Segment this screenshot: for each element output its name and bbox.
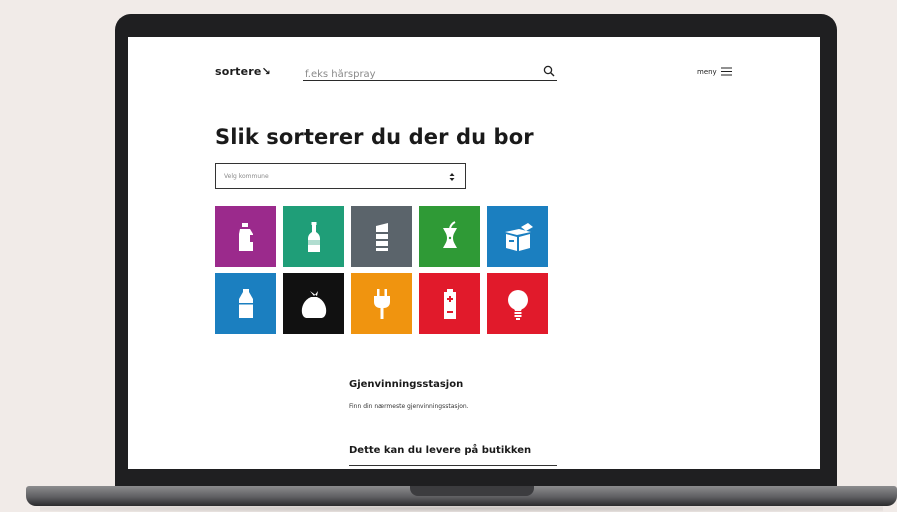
search-input[interactable] xyxy=(303,66,525,83)
plastic-bottle-icon xyxy=(238,288,253,318)
category-tile-metal[interactable] xyxy=(351,206,412,267)
category-tile-residual[interactable] xyxy=(283,273,344,334)
municipality-select-value: Velg kommune xyxy=(224,172,269,180)
category-tile-food[interactable] xyxy=(419,206,480,267)
category-tile-plastic[interactable] xyxy=(215,273,276,334)
store-section-title[interactable]: Dette kan du levere på butikken xyxy=(349,445,531,456)
search-bar xyxy=(303,62,557,83)
category-tile-detergent[interactable] xyxy=(215,206,276,267)
laptop-notch xyxy=(410,486,534,496)
recycling-station-text: Finn din nærmeste gjenvinningsstasjon. xyxy=(349,403,469,410)
metal-can-icon xyxy=(375,222,388,251)
hamburger-menu-icon xyxy=(720,67,732,76)
site-logo[interactable]: sortere↘ xyxy=(215,65,271,78)
page-title: Slik sorterer du der du bor xyxy=(215,125,534,149)
detergent-bottle-icon xyxy=(238,222,253,251)
menu-label: meny xyxy=(697,67,717,76)
laptop-screen: sortere↘ meny Slik sorterer du der du bo… xyxy=(128,37,820,469)
category-tile-batteries[interactable] xyxy=(419,273,480,334)
section-divider xyxy=(349,465,557,466)
trash-bag-icon xyxy=(301,290,326,318)
battery-icon xyxy=(443,288,456,319)
light-bulb-icon xyxy=(507,289,528,320)
recycling-station-title[interactable]: Gjenvinningsstasjon xyxy=(349,379,463,390)
waste-category-grid xyxy=(215,206,548,334)
select-arrows-icon xyxy=(449,173,455,181)
apple-core-icon xyxy=(442,220,457,248)
category-tile-cardboard[interactable] xyxy=(487,206,548,267)
glass-bottle-icon xyxy=(307,221,320,252)
laptop-shadow xyxy=(40,505,883,512)
search-icon[interactable] xyxy=(543,65,555,77)
category-tile-electronics[interactable] xyxy=(351,273,412,334)
municipality-select[interactable]: Velg kommune xyxy=(215,163,466,189)
menu-button[interactable]: meny xyxy=(697,67,732,76)
category-tile-glass[interactable] xyxy=(283,206,344,267)
cardboard-box-icon xyxy=(504,222,533,251)
electric-plug-icon xyxy=(373,288,390,319)
category-tile-lightbulbs[interactable] xyxy=(487,273,548,334)
